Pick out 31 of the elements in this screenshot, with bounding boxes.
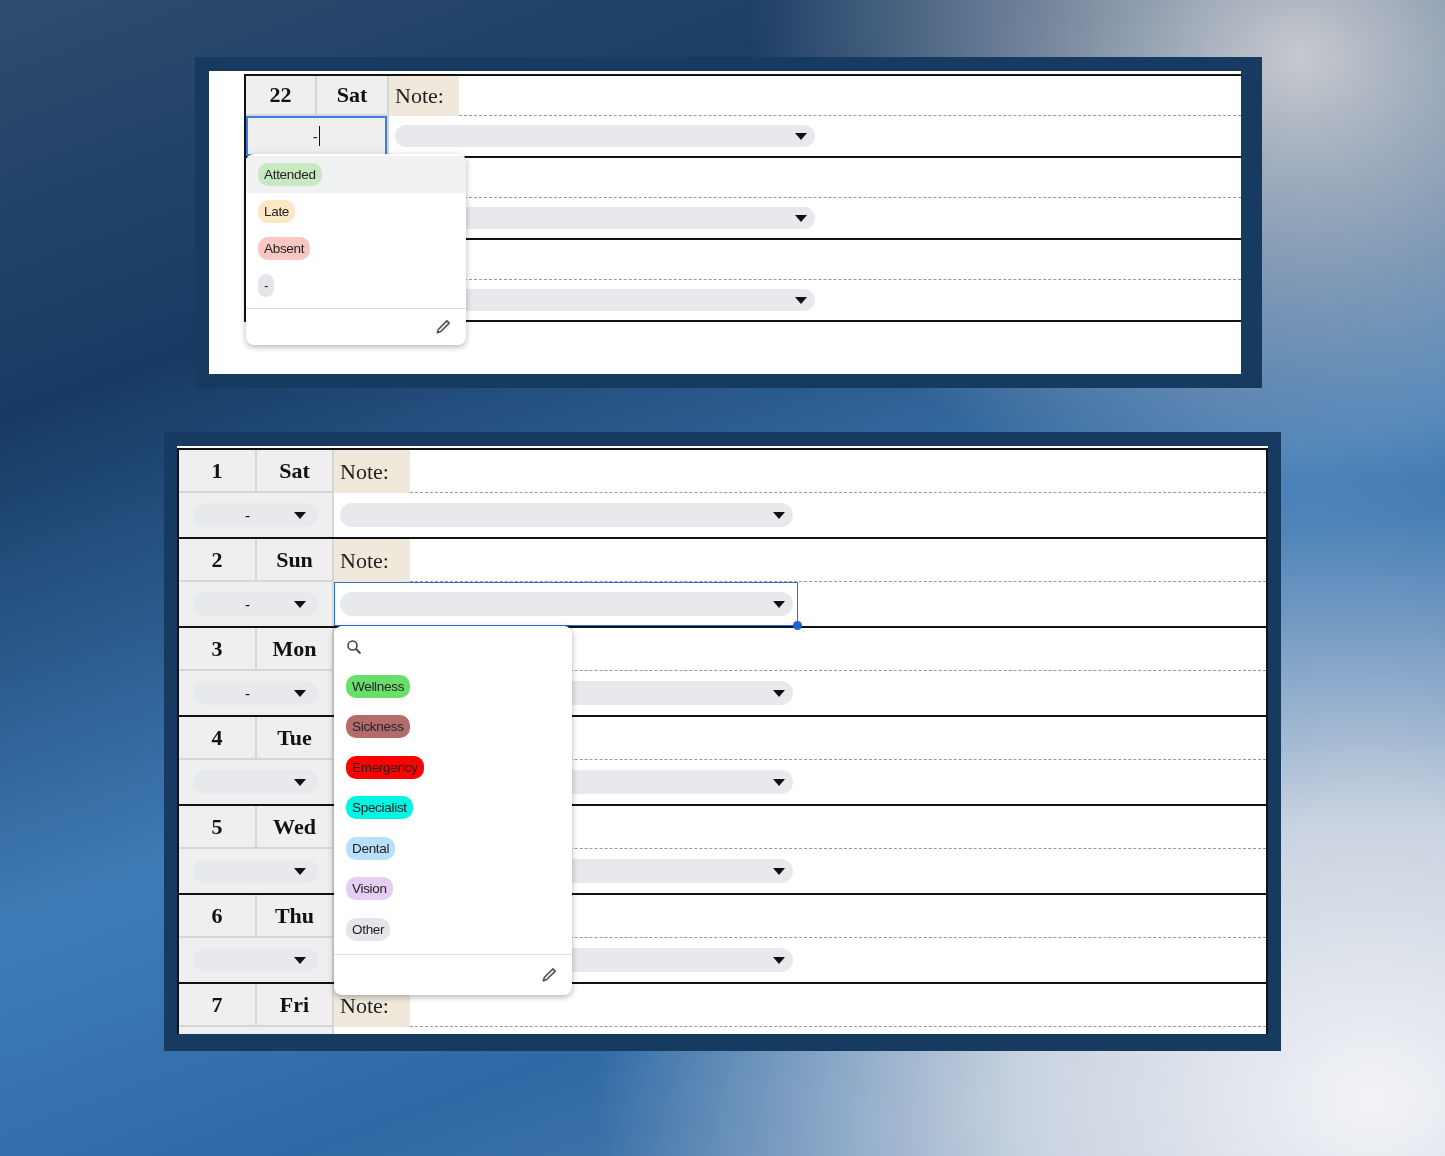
day-number: 3 — [211, 635, 223, 662]
option-chip: Attended — [258, 163, 322, 186]
day-number: 1 — [211, 457, 223, 484]
option-chip: Emergency — [346, 755, 424, 779]
weekday: Tue — [277, 724, 312, 751]
option-chip: Absent — [258, 237, 311, 260]
option-chip: Vision — [346, 877, 393, 901]
weekday: Thu — [274, 902, 315, 929]
weekday: Sat — [279, 457, 310, 484]
day-number: 2 — [211, 546, 223, 573]
note-label: Note: — [340, 547, 389, 574]
weekday: Mon — [272, 635, 317, 662]
note-label: Note: — [340, 992, 389, 1019]
option-chip: Specialist — [346, 796, 413, 820]
option-chip: Dental — [346, 836, 396, 860]
day-number: 5 — [211, 813, 223, 840]
note-label: Note: — [395, 83, 444, 109]
day-number: 7 — [211, 991, 223, 1018]
option-chip: Sickness — [346, 715, 410, 739]
day-number: 6 — [211, 902, 223, 929]
weekday: Fri — [279, 991, 310, 1018]
option-chip: - — [258, 274, 275, 297]
option-chip: Other — [346, 917, 391, 941]
weekday: Sun — [276, 546, 313, 573]
option-chip: Wellness — [346, 674, 411, 698]
weekday: Sat — [336, 82, 368, 108]
day-number: 22 — [269, 82, 292, 108]
option-chip: Late — [258, 200, 296, 223]
note-label: Note: — [340, 458, 389, 485]
weekday: Wed — [273, 813, 316, 840]
day-number: 4 — [211, 724, 223, 751]
